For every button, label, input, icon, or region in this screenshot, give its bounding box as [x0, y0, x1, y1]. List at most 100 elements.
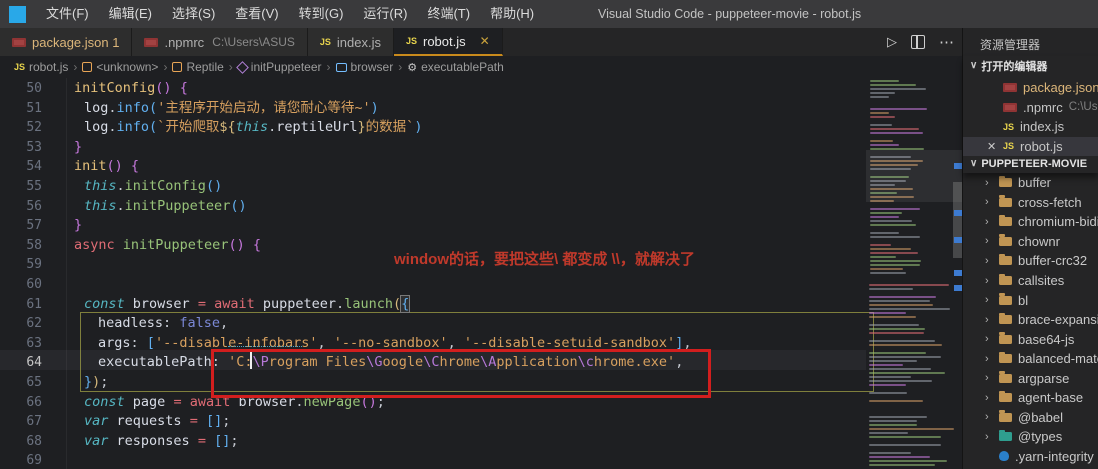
code-line-67[interactable]: var requests = [];	[84, 412, 230, 432]
code-line-68[interactable]: var responses = [];	[84, 432, 239, 452]
chevron-right-icon: ›	[985, 274, 989, 287]
tab-.npmrc[interactable]: .npmrc C:\Users\ASUS	[132, 28, 308, 56]
tree-item-brace-expansion[interactable]: › brace-expansion	[963, 310, 1098, 330]
close-icon[interactable]: ✕	[987, 140, 996, 153]
js-icon: JS	[14, 62, 26, 72]
code-token: =	[173, 393, 182, 410]
code-line-64[interactable]: executablePath: 'C:\Program Files\Google…	[98, 353, 683, 373]
code-line-52[interactable]: log.info(`开始爬取${this.reptileUrl}的数据`)	[84, 118, 422, 138]
scrollbar-thumb[interactable]	[953, 182, 962, 258]
chevron-down-icon: ∨	[970, 158, 978, 169]
tree-item-balanced-match[interactable]: › balanced-match	[963, 349, 1098, 369]
chevron-right-icon: ›	[985, 196, 989, 209]
code-token: =	[197, 432, 206, 449]
minimap-line	[870, 84, 916, 86]
code-line-63[interactable]: args: ['--disable-infobars', '--no-sandb…	[98, 334, 691, 354]
code-line-57[interactable]: }	[74, 216, 82, 236]
code-editor[interactable]: 50 51 52 53 54 55 56 57 58 59 60 61 62 63 64 65 66 67 68 69…	[0, 78, 963, 469]
tree-item--yarn-integrity[interactable]: .yarn-integrity	[963, 447, 1098, 467]
code-line-62[interactable]: headless: false,	[98, 314, 228, 334]
minimap[interactable]	[866, 78, 954, 469]
open-editor-package.json[interactable]: package.json	[963, 78, 1098, 98]
split-editor-icon[interactable]	[911, 35, 925, 49]
code-line-66[interactable]: const page = await browser.newPage();	[84, 393, 385, 413]
menu-item[interactable]: 文件(F)	[36, 0, 99, 28]
menu-item[interactable]: 编辑(E)	[99, 0, 162, 28]
tree-item-buffer[interactable]: › buffer	[963, 173, 1098, 193]
code-line-65[interactable]: });	[84, 373, 108, 393]
tree-item-chromium-bidi[interactable]: › chromium-bidi	[963, 212, 1098, 232]
project-section-header[interactable]: ∨ PUPPETEER-MOVIE	[963, 154, 1098, 173]
tab-index.js[interactable]: JS index.js	[307, 28, 394, 56]
code-line-56[interactable]: this.initPuppeteer()	[84, 197, 247, 217]
minimap-line	[870, 116, 895, 118]
vscode-window: 文件(F) 编辑(E) 选择(S) 查看(V) 转到(G) 运行(R) 终端(T) 帮助(H)…	[0, 0, 1098, 469]
breadcrumb-item[interactable]: Reptile	[172, 60, 224, 74]
minimap-line	[870, 88, 927, 90]
line-number: 50	[26, 81, 42, 96]
code-token: }	[74, 217, 83, 234]
run-icon[interactable]: ▷	[887, 34, 897, 50]
chevron-right-icon: ›	[985, 254, 989, 267]
breadcrumb: JS robot.js › <unknown> › Reptile › initPuppete…	[0, 56, 977, 78]
code-token: initConfig	[124, 178, 206, 194]
breadcrumb-item[interactable]: JS robot.js	[14, 60, 68, 74]
tree-item-agent-base[interactable]: › agent-base	[963, 388, 1098, 408]
code-line-61[interactable]: const browser = await puppeteer.launch({	[84, 294, 411, 315]
minimap-line	[869, 356, 942, 358]
menu-item[interactable]: 查看(V)	[225, 0, 288, 28]
menu-item[interactable]: 终端(T)	[417, 0, 480, 28]
tree-item-buffer-crc32[interactable]: › buffer-crc32	[963, 251, 1098, 271]
code-line-53[interactable]: }	[74, 138, 82, 158]
ruler-mark	[954, 163, 962, 169]
tab-robot.js[interactable]: JS robot.js ✕	[393, 28, 503, 56]
code-token: ()	[230, 197, 247, 214]
code-line-55[interactable]: this.initConfig()	[84, 177, 222, 197]
minimap-line	[870, 108, 927, 110]
file-label: robot.js	[1020, 138, 1063, 154]
menu-item[interactable]: 帮助(H)	[480, 0, 544, 28]
tab-package.json-1[interactable]: package.json 1	[0, 28, 133, 56]
code-token: ${	[219, 119, 236, 136]
minimap-line	[869, 416, 927, 418]
more-actions-icon[interactable]: ⋯	[939, 33, 955, 51]
tree-item-chownr[interactable]: › chownr	[963, 232, 1098, 252]
folder-icon	[999, 410, 1012, 422]
open-editors-header[interactable]: ∨ 打开的编辑器	[963, 56, 1098, 75]
menu-item[interactable]: 转到(G)	[289, 0, 354, 28]
menu-item[interactable]: 选择(S)	[162, 0, 225, 28]
code-line-54[interactable]: init() {	[74, 157, 139, 177]
minimap-viewport[interactable]	[866, 150, 963, 202]
vscode-logo-icon	[9, 5, 26, 23]
code-token: []	[205, 413, 223, 430]
breadcrumb-item[interactable]: initPuppeteer	[235, 60, 322, 74]
tree-item-bl[interactable]: › bl	[963, 290, 1098, 310]
tree-item-base64-js[interactable]: › base64-js	[963, 329, 1098, 349]
tree-item-callsites[interactable]: › callsites	[963, 271, 1098, 291]
breadcrumb-item[interactable]: ⚙ executablePath	[407, 60, 504, 74]
tree-item-argparse[interactable]: › argparse	[963, 369, 1098, 389]
code-line-51[interactable]: log.info('主程序开始启动，请您耐心等待~')	[84, 99, 379, 119]
tree-item-label: chromium-bidi	[1018, 214, 1098, 230]
tree-item--types[interactable]: › @types	[963, 427, 1098, 447]
breadcrumb-item[interactable]: browser	[335, 60, 393, 74]
tree-item-cross-fetch[interactable]: › cross-fetch	[963, 193, 1098, 213]
property-icon: ⚙	[407, 61, 418, 74]
line-number: 55	[26, 179, 42, 194]
code-token: info	[116, 99, 150, 116]
tree-item-label: base64-js	[1018, 331, 1075, 347]
breadcrumb-item[interactable]: <unknown>	[82, 60, 158, 74]
code-token: initPuppeteer	[124, 197, 231, 214]
menu-item[interactable]: 运行(R)	[353, 0, 417, 28]
code-line-58[interactable]: async initPuppeteer() {	[74, 236, 261, 256]
close-icon[interactable]: ✕	[480, 34, 490, 48]
open-editor-.npmrc[interactable]: .npmrc C:\Users\ASUS	[963, 98, 1098, 118]
code-line-50[interactable]: initConfig() {	[74, 79, 188, 99]
code-token: false	[179, 315, 220, 332]
tree-item--babel[interactable]: › @babel	[963, 408, 1098, 428]
open-editor-index.js[interactable]: JS index.js	[963, 117, 1098, 137]
minimap-line	[870, 144, 900, 146]
